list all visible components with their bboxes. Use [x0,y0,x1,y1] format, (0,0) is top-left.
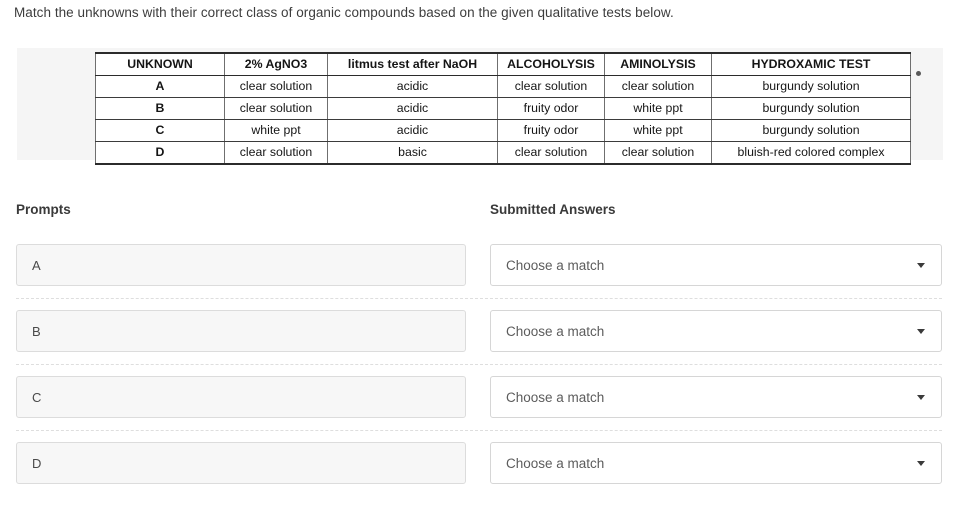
chevron-down-icon [917,263,925,268]
table-cell: bluish-red colored complex [711,141,911,165]
chevron-down-icon [917,461,925,466]
table-header-unknown: UNKNOWN [95,52,225,76]
answer-select-c[interactable]: Choose a match [490,376,942,418]
prompt-d: D [16,442,466,484]
table-cell: C [95,119,225,142]
table-cell: B [95,97,225,120]
table-header-litmus: litmus test after NaOH [327,52,498,76]
table-cell: clear solution [497,75,605,98]
table-row: C white ppt acidic fruity odor white ppt… [95,119,911,142]
table-cell: A [95,75,225,98]
answer-select-a[interactable]: Choose a match [490,244,942,286]
question-text: Match the unknowns with their correct cl… [14,5,674,20]
table-cell: burgundy solution [711,119,911,142]
table-cell: white ppt [604,119,712,142]
table-cell: burgundy solution [711,75,911,98]
table-header-aminolysis: AMINOLYSIS [604,52,712,76]
table-cell: acidic [327,97,498,120]
table-cell: clear solution [224,141,328,165]
row-divider [16,364,942,365]
chevron-down-icon [917,329,925,334]
table-row: A clear solution acidic clear solution c… [95,75,911,98]
table-header-agno3: 2% AgNO3 [224,52,328,76]
table-cell: fruity odor [497,97,605,120]
prompts-column-header: Prompts [16,202,71,217]
table-cell: acidic [327,75,498,98]
chevron-down-icon [917,395,925,400]
table-cell: D [95,141,225,165]
answer-select-d[interactable]: Choose a match [490,442,942,484]
table-cell: basic [327,141,498,165]
row-divider [16,298,942,299]
prompt-a: A [16,244,466,286]
match-row-d: D Choose a match [0,430,961,496]
ellipsis-dot-3 [916,70,921,76]
answer-select-b[interactable]: Choose a match [490,310,942,352]
table-cell: white ppt [604,97,712,120]
table-cell: clear solution [604,141,712,165]
table-cell: white ppt [224,119,328,142]
table-row: D clear solution basic clear solution cl… [95,141,911,165]
answers-column-header: Submitted Answers [490,202,616,217]
table-cell: fruity odor [497,119,605,142]
row-divider [16,430,942,431]
attached-image-block: UNKNOWN 2% AgNO3 litmus test after NaOH … [17,48,943,165]
prompt-b: B [16,310,466,352]
table-cell: clear solution [224,75,328,98]
qualitative-tests-table: UNKNOWN 2% AgNO3 litmus test after NaOH … [95,52,911,165]
matching-list: A Choose a match B Choose a match C Choo… [0,232,961,496]
prompt-c: C [16,376,466,418]
table-cell: acidic [327,119,498,142]
table-header-alcoholysis: ALCOHOLYSIS [497,52,605,76]
matching-section-headers: Prompts Submitted Answers [0,202,961,222]
table-header-row: UNKNOWN 2% AgNO3 litmus test after NaOH … [95,52,911,76]
table-row: B clear solution acidic fruity odor whit… [95,97,911,120]
table-cell: burgundy solution [711,97,911,120]
match-row-b: B Choose a match [0,298,961,364]
table-header-hydroxamic: HYDROXAMIC TEST [711,52,911,76]
table-cell: clear solution [497,141,605,165]
table-cell: clear solution [224,97,328,120]
table-cell: clear solution [604,75,712,98]
answer-select-a-value: Choose a match [506,257,605,273]
answer-select-b-value: Choose a match [506,323,605,339]
match-row-a: A Choose a match [0,232,961,298]
match-row-c: C Choose a match [0,364,961,430]
answer-select-c-value: Choose a match [506,389,605,405]
answer-select-d-value: Choose a match [506,455,605,471]
